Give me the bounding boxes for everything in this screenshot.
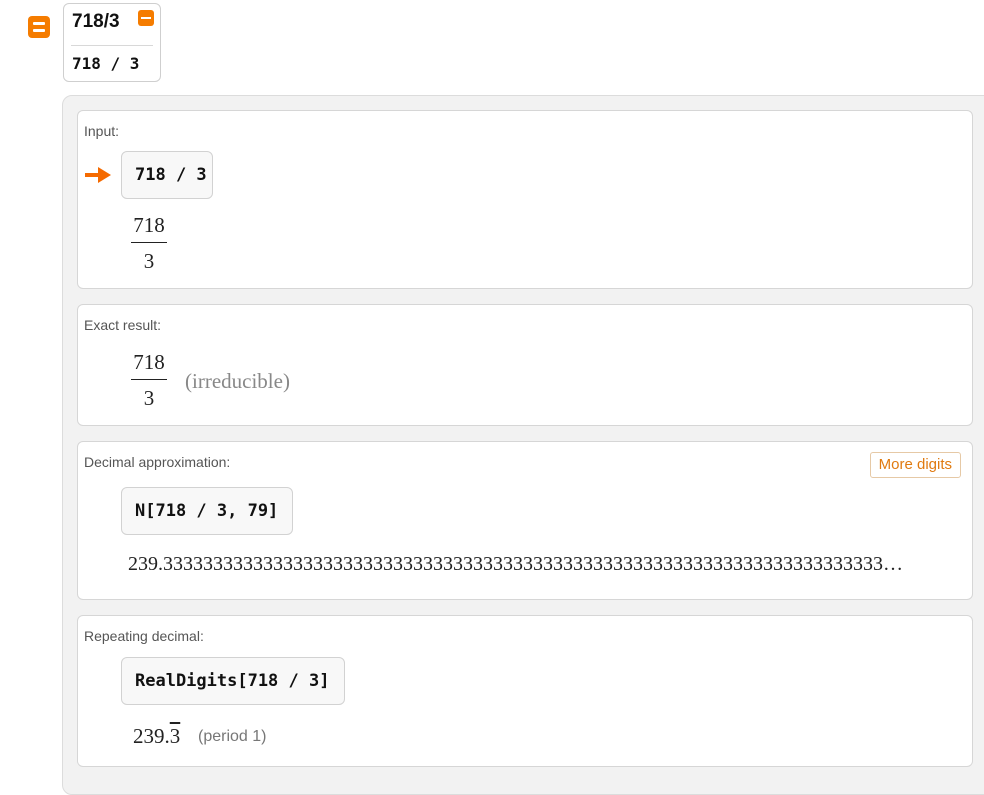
repeating-code-text: RealDigits[718 / 3] (135, 671, 330, 691)
query-title: 718/3 (72, 11, 120, 32)
repeating-period-value: 1) (252, 728, 267, 745)
input-code-pill[interactable]: 718 / 3 (121, 151, 213, 199)
input-denominator: 3 (143, 249, 155, 273)
exact-fraction-bar (131, 379, 167, 380)
remove-query-bar (141, 17, 151, 19)
decimal-approximation-title: Decimal approximation: (84, 454, 231, 470)
remove-query-icon[interactable] (138, 10, 154, 26)
exact-numerator: 718 (133, 350, 165, 374)
exact-denominator: 3 (143, 386, 155, 410)
repeating-value: 239.3 (133, 724, 180, 749)
exact-result-pod: Exact result: 718 3 (irreducible) (77, 304, 973, 426)
repeating-value-digit: 3 (169, 724, 181, 748)
input-arrow-icon (85, 167, 111, 183)
repeating-period-label: (period (198, 728, 248, 745)
decimal-code-text: N[718 / 3, 79] (135, 501, 279, 521)
input-fraction: 718 3 (131, 213, 167, 273)
query-separator (71, 45, 153, 46)
repeating-period-note: (period 1) (198, 728, 267, 746)
exact-fraction: 718 3 (131, 350, 167, 410)
decimal-code-pill[interactable]: N[718 / 3, 79] (121, 487, 293, 535)
input-fraction-bar (131, 242, 167, 243)
input-pod-title: Input: (84, 123, 120, 139)
repeating-decimal-pod: Repeating decimal: RealDigits[718 / 3] 2… (77, 615, 973, 767)
input-code-text: 718 / 3 (135, 165, 207, 185)
exact-note: (irreducible) (185, 369, 290, 393)
collapse-toggle-icon[interactable] (28, 16, 50, 38)
exact-result-title: Exact result: (84, 317, 162, 333)
decimal-approximation-pod: Decimal approximation: More digits N[718… (77, 441, 973, 600)
input-numerator: 718 (133, 213, 165, 237)
more-digits-button[interactable]: More digits (869, 452, 961, 478)
collapse-toggle-bar-bottom (33, 29, 45, 32)
collapse-toggle-bar-top (33, 22, 45, 25)
repeating-decimal-title: Repeating decimal: (84, 628, 204, 644)
query-code: 718 / 3 (72, 54, 140, 73)
repeating-value-prefix: 239. (133, 724, 170, 748)
repeating-code-pill[interactable]: RealDigits[718 / 3] (121, 657, 345, 705)
input-pod: Input: 718 / 3 718 3 (77, 110, 973, 289)
decimal-value: 239.333333333333333333333333333333333333… (128, 553, 903, 575)
query-card[interactable]: 718/3 718 / 3 (63, 3, 161, 82)
